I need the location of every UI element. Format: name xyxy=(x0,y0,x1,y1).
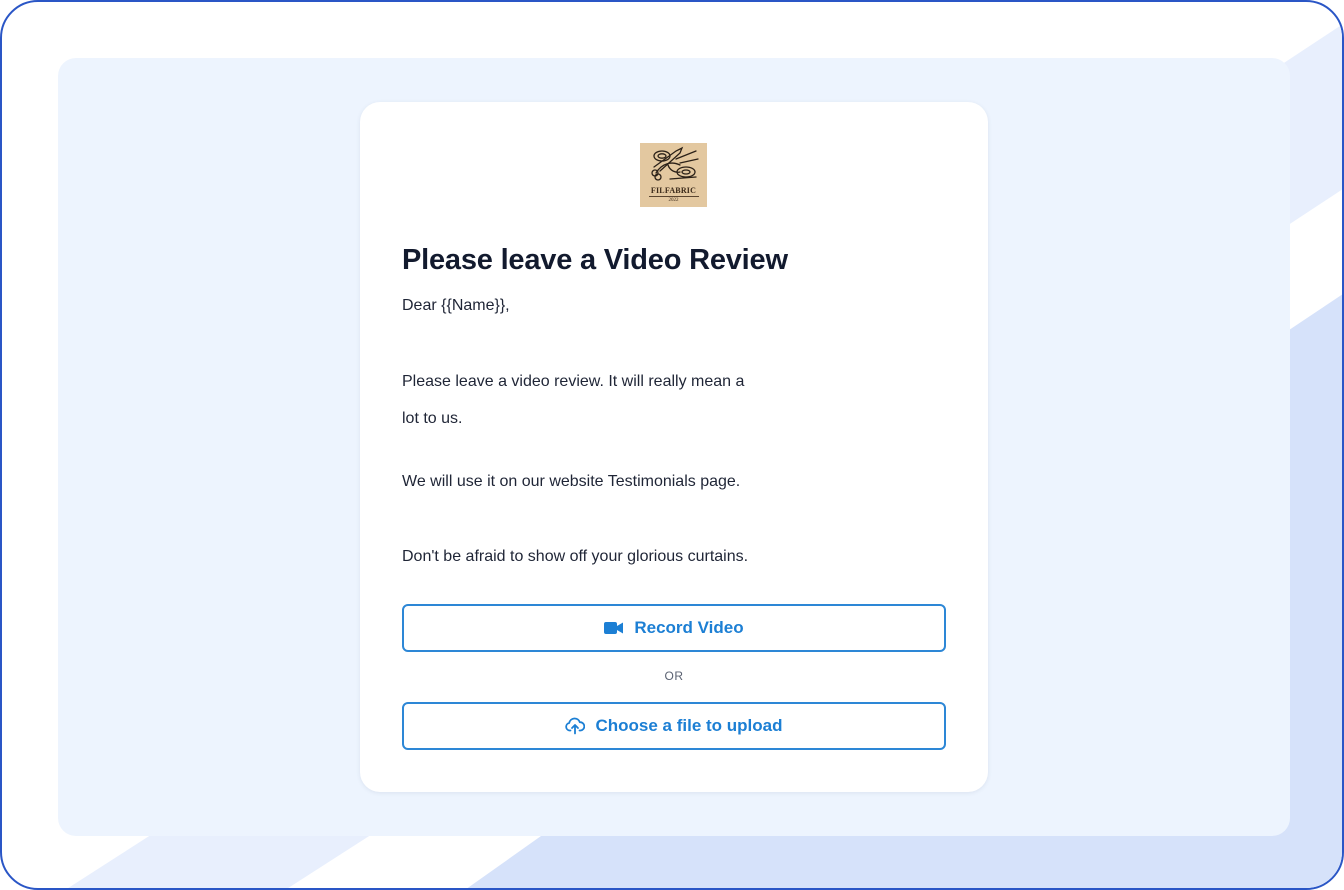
cloud-upload-icon xyxy=(565,717,586,735)
upload-file-button[interactable]: Choose a file to upload xyxy=(402,702,946,750)
record-video-button[interactable]: Record Video xyxy=(402,604,946,652)
video-camera-icon xyxy=(604,621,624,635)
or-separator: OR xyxy=(664,669,684,683)
message-line-1: Please leave a video review. It will rea… xyxy=(402,373,745,390)
logo-text: FILFABRIC xyxy=(650,186,697,195)
message-line-2: lot to us. xyxy=(402,410,463,427)
brand-logo: FILFABRIC 2022 xyxy=(640,143,707,207)
review-card: FILFABRIC 2022 Please leave a Video Revi… xyxy=(360,102,988,792)
record-video-label: Record Video xyxy=(634,618,744,637)
closing-text: Don't be afraid to show off your gloriou… xyxy=(402,548,749,565)
page-title: Please leave a Video Review xyxy=(402,244,788,276)
logo-year: 2022 xyxy=(668,198,679,203)
testimonials-note: We will use it on our website Testimonia… xyxy=(402,473,741,490)
screenshot-frame: FILFABRIC 2022 Please leave a Video Revi… xyxy=(0,0,1344,890)
upload-file-label: Choose a file to upload xyxy=(595,716,783,735)
greeting-text: Dear {{Name}}, xyxy=(402,297,510,314)
logo-divider xyxy=(648,196,699,197)
sewing-tools-icon xyxy=(650,146,699,181)
